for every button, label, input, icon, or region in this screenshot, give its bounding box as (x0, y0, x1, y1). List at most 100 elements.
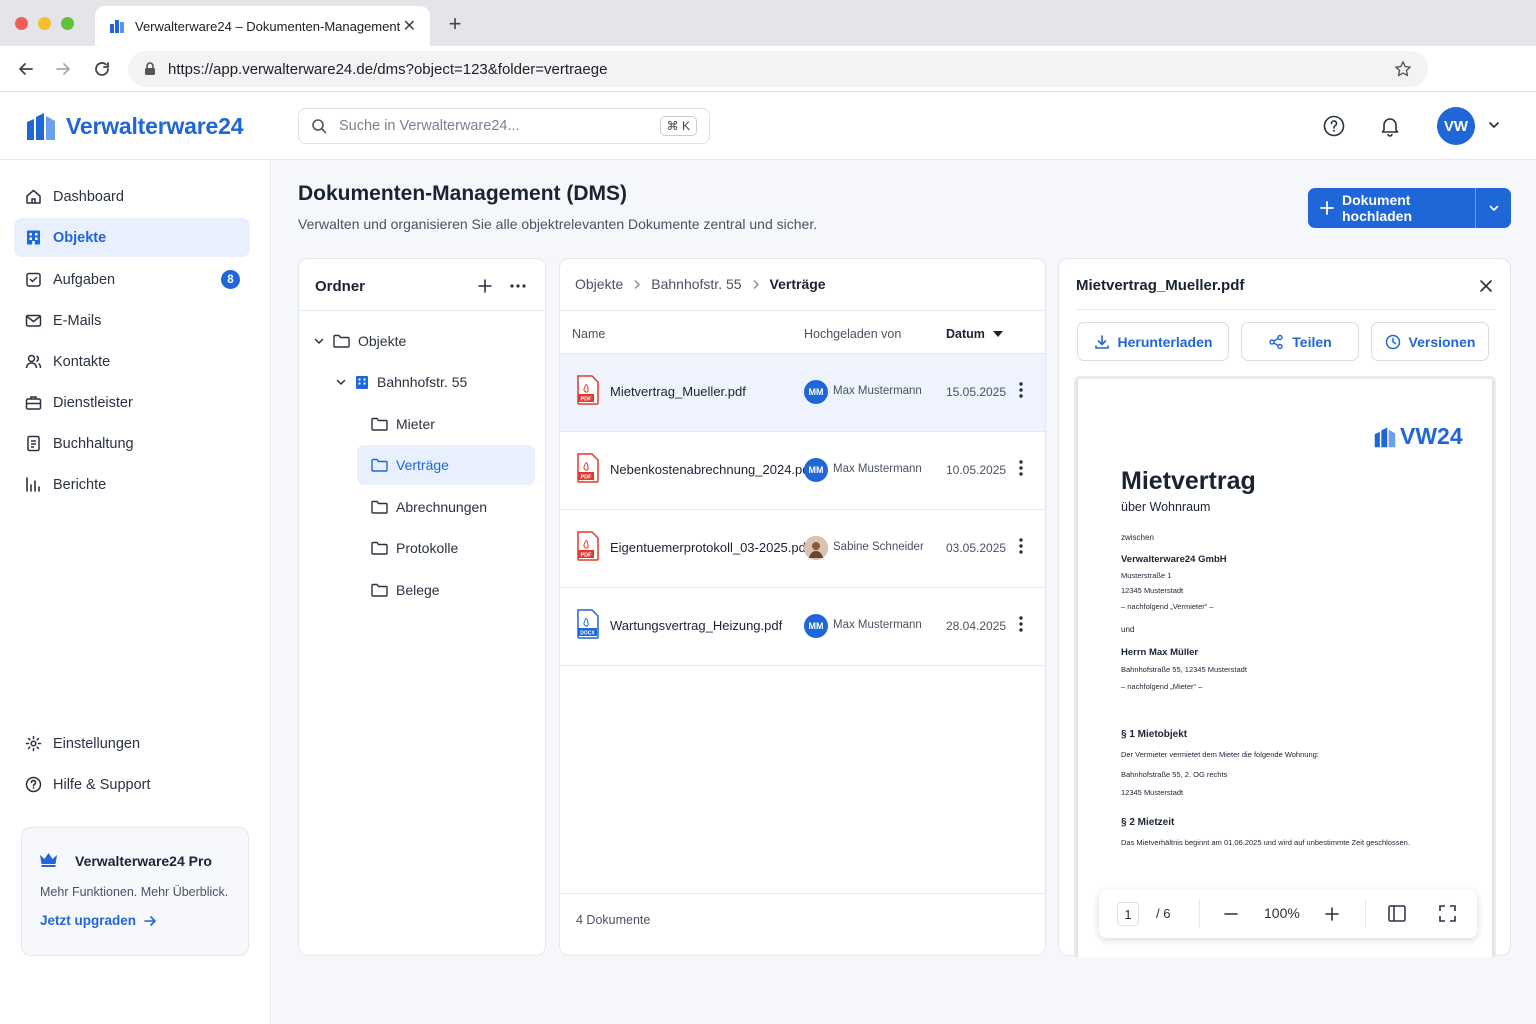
zoom-in-icon[interactable] (1325, 907, 1339, 921)
tree-item-abrechnungen[interactable]: Abrechnungen (357, 487, 535, 527)
divider (1199, 900, 1200, 928)
document-viewer[interactable]: VW24 Mietvertrag über Wohnraum zwischen … (1074, 376, 1496, 957)
folder-icon (371, 417, 388, 431)
document-text: – nachfolgend „Mieter“ – (1121, 682, 1203, 691)
versions-button[interactable]: Versionen (1371, 322, 1489, 361)
sidebar-toggle-icon[interactable] (1388, 905, 1406, 922)
sidebar-item-label: Berichte (53, 476, 107, 493)
window-close-button[interactable] (15, 17, 28, 30)
tab-title: Verwalterware24 – Dokumenten-Management (135, 18, 401, 34)
window-zoom-button[interactable] (61, 17, 74, 30)
more-horizontal-icon[interactable] (509, 278, 527, 294)
divider (1365, 900, 1366, 928)
sidebar-item-buchhaltung[interactable]: Buchhaltung (14, 424, 250, 463)
sidebar-item-dienstleister[interactable]: Dienstleister (14, 383, 250, 422)
chevron-down-icon[interactable] (1487, 118, 1501, 132)
zoom-out-icon[interactable] (1224, 907, 1238, 921)
arrow-right-icon (144, 915, 157, 927)
column-header-date[interactable]: Datum (946, 327, 1003, 341)
tree-item-vertraege[interactable]: Verträge (357, 445, 535, 485)
breadcrumb-item[interactable]: Objekte (575, 276, 623, 292)
back-icon[interactable] (16, 59, 36, 79)
upload-options-chevron-icon[interactable] (1475, 188, 1511, 228)
table-row[interactable]: DOCX Wartungsvertrag_Heizung.pdf MM Max … (560, 588, 1045, 666)
breadcrumb-item[interactable]: Bahnhofstr. 55 (651, 276, 741, 292)
sidebar-item-dashboard[interactable]: Dashboard (14, 177, 250, 216)
reload-icon[interactable] (92, 59, 112, 79)
tab-close-icon[interactable]: ✕ (403, 16, 416, 36)
window-minimize-button[interactable] (38, 17, 51, 30)
app-logo[interactable]: Verwalterware24 (26, 112, 243, 140)
upload-main-action[interactable]: Dokument hochladen (1308, 188, 1475, 228)
upgrade-link[interactable]: Jetzt upgraden (40, 913, 230, 928)
file-name[interactable]: Mietvertrag_Mueller.pdf (610, 384, 746, 399)
sidebar-item-emails[interactable]: E-Mails (14, 301, 250, 340)
uploader-name: Max Mustermann (833, 619, 922, 631)
file-name[interactable]: Wartungsvertrag_Heizung.pdf (610, 618, 782, 633)
folder-icon (333, 334, 350, 348)
folder-icon (371, 541, 388, 555)
chevron-down-icon[interactable] (335, 376, 347, 388)
close-icon[interactable] (1478, 278, 1494, 294)
svg-text:PDF: PDF (581, 475, 593, 481)
document-count: 4 Dokumente (576, 913, 651, 927)
tree-item-label: Bahnhofstr. 55 (377, 374, 468, 390)
sidebar-item-label: Dashboard (53, 188, 124, 205)
divider (560, 310, 1045, 311)
address-bar[interactable]: https://app.verwalterware24.de/dms?objec… (128, 51, 1428, 87)
new-tab-icon[interactable]: + (444, 11, 466, 36)
sidebar-item-objekte[interactable]: Objekte (14, 218, 250, 257)
tree-item-belege[interactable]: Belege (357, 570, 535, 610)
download-label: Herunterladen (1117, 333, 1213, 350)
table-row[interactable]: PDF Mietvertrag_Mueller.pdf MM Max Muste… (560, 354, 1045, 432)
document-text: 12345 Musterstadt (1121, 586, 1184, 595)
sidebar-item-berichte[interactable]: Berichte (14, 465, 250, 504)
more-vertical-icon[interactable] (1018, 537, 1024, 555)
uploader-name: Max Mustermann (833, 463, 922, 475)
page-number-input[interactable]: 1 (1117, 902, 1139, 926)
forward-icon[interactable] (53, 59, 73, 79)
user-avatar: MM (804, 614, 828, 638)
more-vertical-icon[interactable] (1018, 381, 1024, 399)
browser-tab[interactable]: Verwalterware24 – Dokumenten-Management … (95, 6, 430, 46)
table-row[interactable]: PDF Nebenkostenabrechnung_2024.pdf MM Ma… (560, 432, 1045, 510)
svg-text:DOCX: DOCX (580, 631, 595, 637)
more-vertical-icon[interactable] (1018, 459, 1024, 477)
page-subtitle: Verwalten und organisieren Sie alle obje… (298, 216, 818, 232)
share-button[interactable]: Teilen (1241, 322, 1359, 361)
upload-document-button[interactable]: Dokument hochladen (1308, 188, 1511, 228)
more-vertical-icon[interactable] (1018, 615, 1024, 633)
tree-item-protokolle[interactable]: Protokolle (357, 528, 535, 568)
tree-item-mieter[interactable]: Mieter (357, 404, 535, 444)
column-header-name[interactable]: Name (572, 327, 605, 341)
preview-panel: Mietvertrag_Mueller.pdf Herunterladen Te… (1058, 258, 1511, 957)
document-text: Bahnhofstraße 55, 12345 Musterstadt (1121, 665, 1247, 674)
building-icon (24, 229, 42, 247)
fullscreen-icon[interactable] (1439, 905, 1456, 922)
download-button[interactable]: Herunterladen (1077, 322, 1229, 361)
document-text: Musterstraße 1 (1121, 571, 1172, 580)
share-label: Teilen (1292, 333, 1332, 350)
file-name[interactable]: Nebenkostenabrechnung_2024.pdf (610, 462, 813, 477)
breadcrumb-current: Verträge (769, 276, 826, 292)
column-header-uploaded-by[interactable]: Hochgeladen von (804, 327, 901, 341)
help-circle-icon[interactable] (1323, 115, 1347, 139)
user-avatar[interactable]: VW (1437, 107, 1475, 145)
tree-item-objekte[interactable]: Objekte (313, 321, 533, 361)
sidebar-item-hilfe[interactable]: Hilfe & Support (14, 765, 250, 804)
add-folder-icon[interactable] (477, 278, 493, 294)
bell-icon[interactable] (1379, 115, 1403, 139)
tree-item-bahnhofstr[interactable]: Bahnhofstr. 55 (335, 362, 535, 402)
file-name[interactable]: Eigentuemerprotokoll_03-2025.pdf (610, 540, 809, 555)
global-search-input[interactable]: Suche in Verwalterware24... ⌘ K (298, 108, 710, 144)
document-logo-text: VW24 (1400, 423, 1463, 449)
chevron-down-icon[interactable] (313, 335, 325, 347)
sidebar-item-einstellungen[interactable]: Einstellungen (14, 724, 250, 763)
folder-panel-title: Ordner (315, 278, 366, 295)
bookmark-star-icon[interactable] (1394, 60, 1412, 78)
sidebar-item-aufgaben[interactable]: Aufgaben 8 (14, 260, 250, 299)
ledger-icon (24, 435, 42, 453)
sidebar-item-kontakte[interactable]: Kontakte (14, 342, 250, 381)
folder-icon (371, 500, 388, 514)
table-row[interactable]: PDF Eigentuemerprotokoll_03-2025.pdf Sab… (560, 510, 1045, 588)
